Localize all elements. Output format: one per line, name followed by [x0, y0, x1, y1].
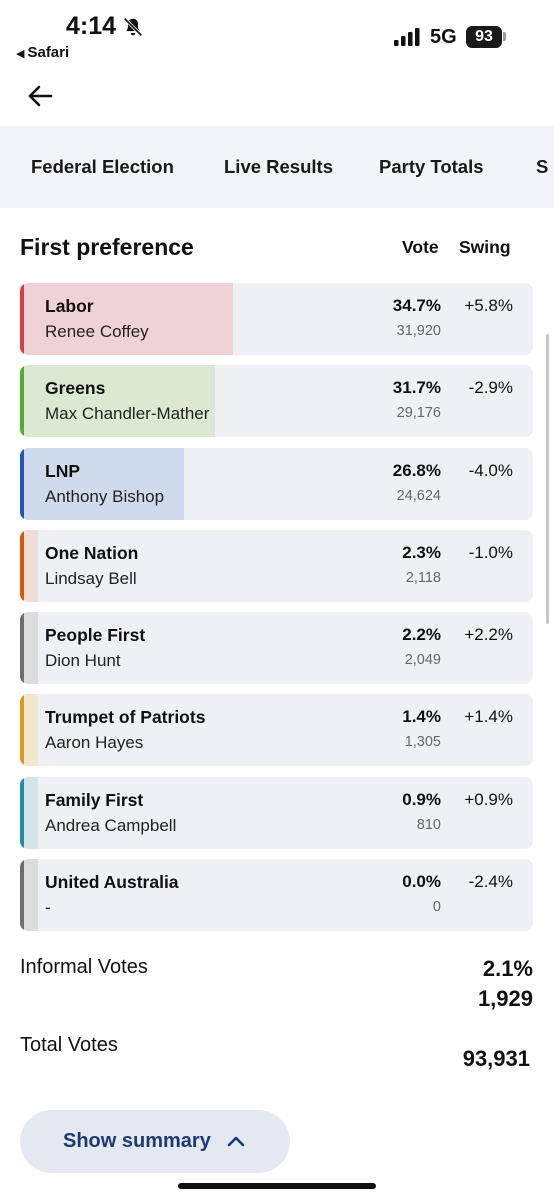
- candidate-list: Labor Renee Coffey 34.7% 31,920 +5.8% Greens M…: [20, 283, 533, 941]
- informal-votes-pct: 2.1%: [482, 956, 533, 981]
- candidate-row[interactable]: People First Dion Hunt 2.2% 2,049 +2.2%: [20, 612, 533, 685]
- section-title: First preference: [20, 234, 194, 260]
- back-to-app-link[interactable]: ◀ Safari: [16, 44, 69, 61]
- vote-count: 29,176: [396, 405, 441, 422]
- party-name: Greens: [45, 378, 106, 399]
- candidate-name: Lindsay Bell: [45, 568, 137, 588]
- vote-percentage: 1.4%: [402, 707, 441, 727]
- candidate-name: Aaron Hayes: [45, 733, 144, 753]
- candidate-name: Max Chandler-Mather: [45, 404, 210, 424]
- party-color-stripe: [20, 529, 24, 602]
- vote-share-bar: [20, 365, 215, 438]
- battery-cap: [503, 32, 506, 41]
- show-summary-button[interactable]: Show summary: [20, 1110, 290, 1173]
- candidate-name: Renee Coffey: [45, 322, 149, 341]
- swing-value: +0.9%: [464, 789, 513, 809]
- party-color-stripe: [20, 612, 24, 685]
- home-indicator[interactable]: [178, 1183, 376, 1189]
- swing-value: -2.4%: [468, 872, 513, 892]
- tab-live-results[interactable]: Live Results: [224, 156, 333, 178]
- vote-count: 0: [432, 899, 441, 916]
- chevron-up-icon: [227, 1136, 245, 1147]
- column-header-swing: Swing: [459, 237, 511, 257]
- tab-party-totals[interactable]: Party Totals: [379, 156, 484, 178]
- party-name: Family First: [45, 789, 144, 810]
- back-app-label: Safari: [27, 44, 70, 61]
- status-time: 4:14: [66, 12, 117, 40]
- vote-count: 2,118: [405, 569, 441, 586]
- back-triangle-icon: ◀: [16, 48, 25, 60]
- vote-percentage: 26.8%: [392, 460, 441, 480]
- column-header-vote: Vote: [402, 237, 439, 257]
- vote-percentage: 0.9%: [402, 789, 441, 809]
- informal-votes-count: 1,929: [477, 986, 533, 1011]
- candidate-row[interactable]: LNP Anthony Bishop 26.8% 24,624 -4.0%: [20, 447, 533, 520]
- vote-count: 31,920: [396, 323, 441, 339]
- vote-count: 2,049: [404, 652, 441, 669]
- candidate-name: Anthony Bishop: [45, 486, 165, 506]
- candidate-name: Dion Hunt: [45, 651, 121, 671]
- candidate-name: -: [45, 898, 51, 918]
- party-color-stripe: [20, 283, 24, 355]
- vote-count: 1,305: [404, 734, 441, 751]
- swing-value: +2.2%: [464, 625, 513, 645]
- tab-federal-election[interactable]: Federal Election: [31, 156, 174, 178]
- swing-value: +1.4%: [464, 707, 513, 727]
- vote-percentage: 0.0%: [402, 872, 441, 892]
- candidate-row[interactable]: One Nation Lindsay Bell 2.3% 2,118 -1.0%: [20, 529, 533, 602]
- party-name: One Nation: [45, 542, 139, 563]
- candidate-name: Andrea Campbell: [45, 815, 177, 835]
- candidate-row[interactable]: Trumpet of Patriots Aaron Hayes 1.4% 1,305 +…: [20, 694, 533, 767]
- party-name: LNP: [45, 460, 80, 481]
- vote-percentage: 31.7%: [392, 378, 441, 398]
- vote-count: 810: [416, 816, 441, 833]
- vote-share-bar: [20, 283, 233, 355]
- vote-count: 24,624: [396, 487, 441, 504]
- swing-value: +5.8%: [464, 296, 513, 315]
- party-color-stripe: [20, 447, 24, 520]
- vote-percentage: 2.2%: [402, 625, 441, 645]
- network-label: 5G: [430, 26, 457, 48]
- bell-slash-icon: [123, 17, 143, 37]
- informal-votes-label: Informal Votes: [20, 956, 148, 978]
- vote-share-bar: [20, 447, 184, 520]
- vote-percentage: 34.7%: [392, 296, 441, 315]
- total-votes-count: 93,931: [462, 1046, 530, 1071]
- party-name: Labor: [45, 296, 94, 316]
- party-color-stripe: [20, 776, 24, 849]
- candidate-row[interactable]: United Australia - 0.0% 0 -2.4%: [20, 859, 533, 932]
- swing-value: -4.0%: [468, 460, 513, 480]
- party-name: People First: [45, 625, 146, 646]
- scrollbar[interactable]: [546, 334, 549, 624]
- battery-level: 93: [466, 26, 502, 48]
- tab-bar: Federal Election Live Results Party Tota…: [0, 126, 554, 208]
- candidate-row[interactable]: Greens Max Chandler-Mather 31.7% 29,176 -2.9…: [20, 365, 533, 438]
- arrow-left-icon[interactable]: [24, 80, 56, 112]
- party-name: United Australia: [45, 872, 179, 893]
- total-votes-label: Total Votes: [20, 1034, 118, 1056]
- party-color-stripe: [20, 694, 24, 767]
- candidate-row[interactable]: Family First Andrea Campbell 0.9% 810 +0.9%: [20, 776, 533, 849]
- signal-icon: [394, 28, 420, 46]
- swing-value: -2.9%: [468, 378, 513, 398]
- party-color-stripe: [20, 365, 24, 438]
- party-color-stripe: [20, 859, 24, 932]
- vote-percentage: 2.3%: [402, 542, 441, 562]
- party-name: Trumpet of Patriots: [45, 707, 206, 728]
- tab-partial-next[interactable]: S: [536, 156, 548, 178]
- show-summary-label: Show summary: [63, 1130, 211, 1152]
- candidate-row[interactable]: Labor Renee Coffey 34.7% 31,920 +5.8%: [20, 283, 533, 355]
- status-bar: 4:14 ◀ Safari 5G 93: [0, 0, 554, 66]
- swing-value: -1.0%: [468, 542, 513, 562]
